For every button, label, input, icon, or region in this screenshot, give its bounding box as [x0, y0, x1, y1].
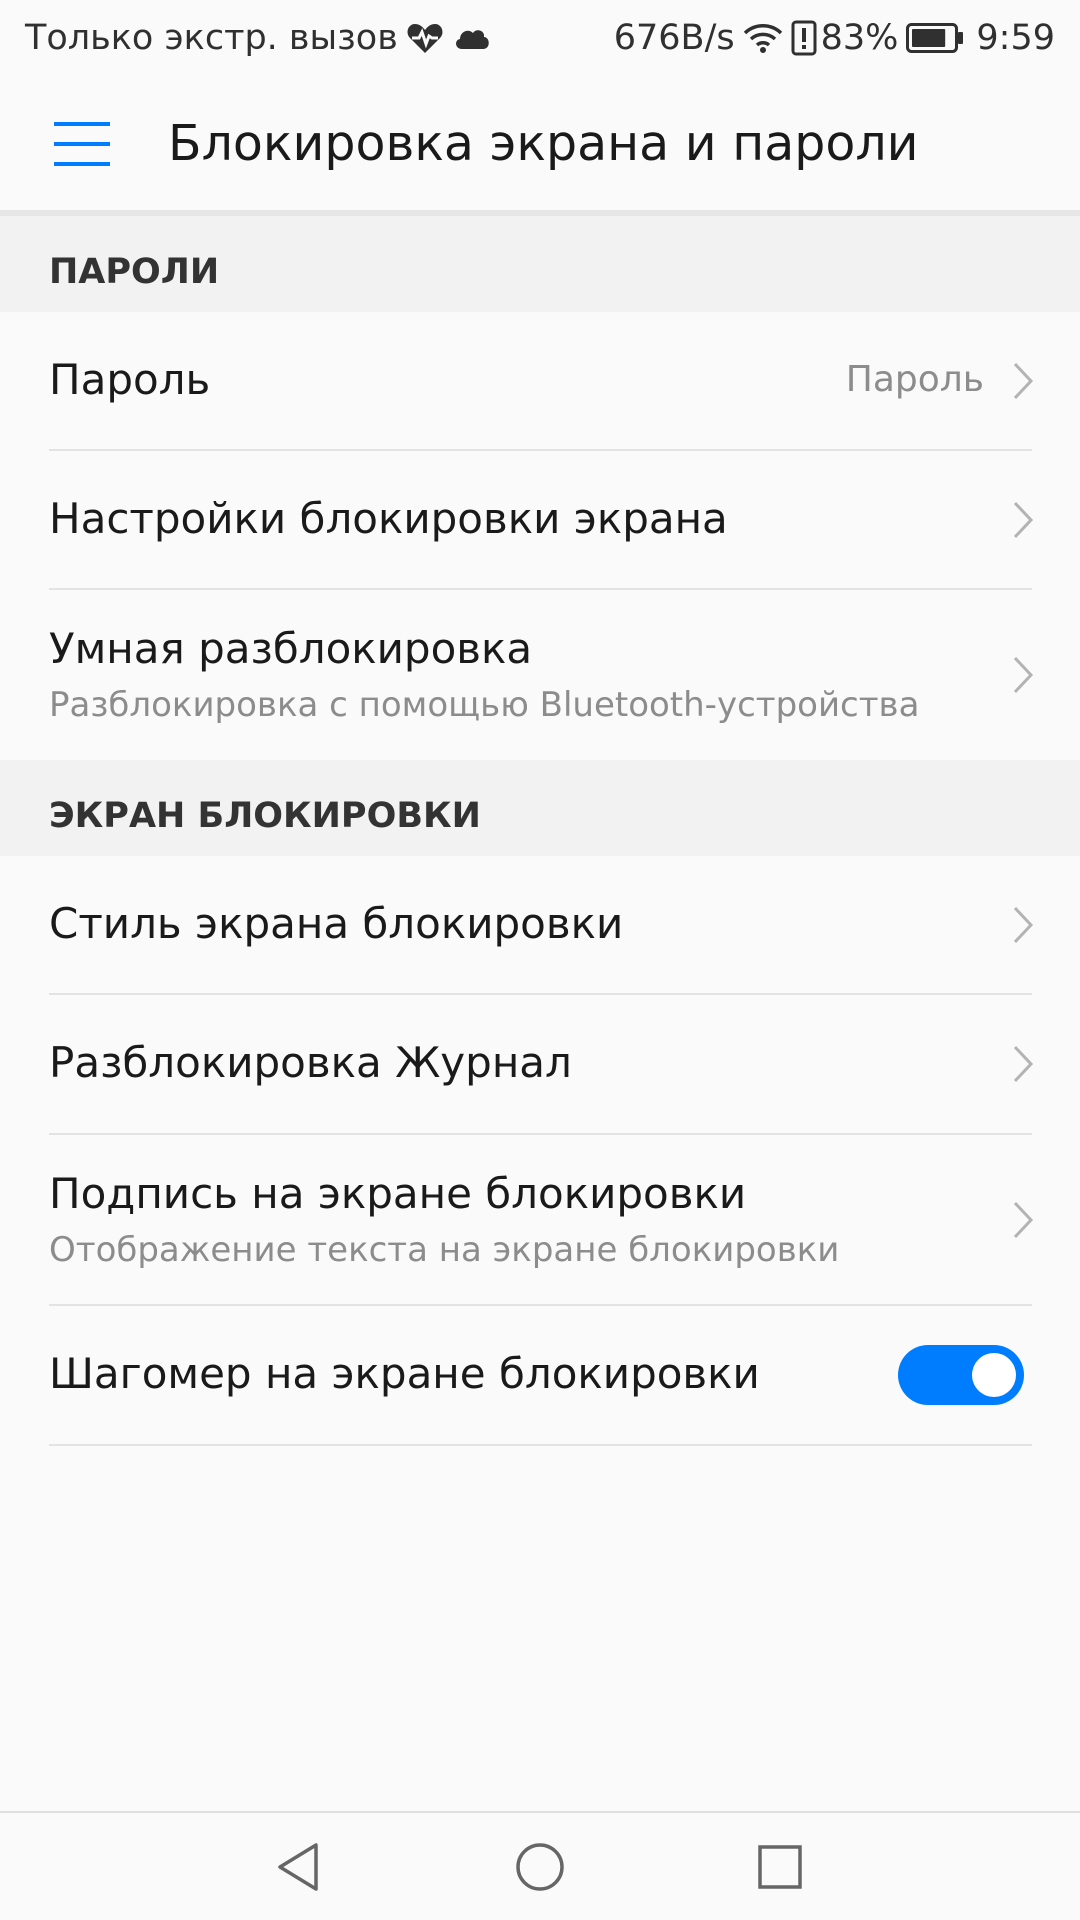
battery-alert-icon — [791, 20, 817, 56]
row-title: Пароль — [49, 355, 211, 404]
settings-row-password[interactable]: Пароль Пароль — [0, 312, 1080, 450]
chevron-right-icon — [1013, 1201, 1034, 1239]
section-title: ЭКРАН БЛОКИРОВКИ — [49, 796, 481, 836]
chevron-right-icon — [1013, 362, 1034, 400]
settings-row-pedometer[interactable]: Шагомер на экране блокировки — [0, 1306, 1080, 1444]
row-subtitle: Разблокировка с помощью Bluetooth-устрой… — [49, 685, 920, 725]
app-header: Блокировка экрана и пароли — [0, 76, 1080, 210]
health-heart-icon — [407, 24, 443, 53]
cloud-icon — [455, 30, 489, 49]
section-title: ПАРОЛИ — [49, 252, 220, 292]
status-left: Только экстр. вызов — [25, 14, 492, 62]
toggle-knob — [972, 1353, 1016, 1397]
settings-row-unlock-journal[interactable]: Разблокировка Журнал — [0, 995, 1080, 1133]
pedometer-toggle[interactable] — [898, 1345, 1024, 1405]
chevron-right-icon — [1013, 656, 1034, 694]
row-title: Подпись на экране блокировки — [49, 1169, 747, 1218]
recents-icon[interactable] — [752, 1839, 808, 1895]
settings-row-lock-screen-signature[interactable]: Подпись на экране блокировки Отображение… — [0, 1135, 1080, 1305]
row-divider — [49, 1444, 1032, 1446]
home-icon[interactable] — [512, 1839, 568, 1895]
settings-row-lock-screen-style[interactable]: Стиль экрана блокировки — [0, 856, 1080, 994]
status-right: 676B/s 83% 9:59 — [614, 14, 1055, 62]
battery-icon — [906, 23, 964, 53]
wifi-icon — [743, 24, 782, 53]
chevron-right-icon — [1013, 1045, 1034, 1083]
row-title: Настройки блокировки экрана — [49, 494, 728, 543]
section-header-lock-screen: ЭКРАН БЛОКИРОВКИ — [0, 760, 1080, 856]
section-header-passwords: ПАРОЛИ — [0, 216, 1080, 312]
status-bar: Только экстр. вызов 676B/s 83% 9:59 — [0, 0, 1080, 76]
chevron-right-icon — [1013, 501, 1034, 539]
row-title: Умная разблокировка — [49, 624, 533, 673]
battery-percent: 83% — [820, 18, 899, 58]
settings-row-smart-unlock[interactable]: Умная разблокировка Разблокировка с помо… — [0, 590, 1080, 760]
back-icon[interactable] — [272, 1839, 328, 1895]
network-speed: 676B/s — [613, 18, 735, 58]
hamburger-menu-icon[interactable] — [50, 118, 114, 170]
row-title: Стиль экрана блокировки — [49, 899, 624, 948]
clock: 9:59 — [976, 18, 1055, 58]
row-subtitle: Отображение текста на экране блокировки — [49, 1230, 840, 1270]
row-title: Шагомер на экране блокировки — [49, 1349, 760, 1398]
row-value: Пароль — [845, 359, 984, 400]
row-title: Разблокировка Журнал — [49, 1038, 572, 1087]
settings-row-lock-screen-settings[interactable]: Настройки блокировки экрана — [0, 451, 1080, 589]
navigation-bar — [0, 1813, 1080, 1920]
page-title: Блокировка экрана и пароли — [168, 115, 919, 172]
carrier-text: Только экстр. вызов — [25, 18, 398, 58]
chevron-right-icon — [1013, 906, 1034, 944]
